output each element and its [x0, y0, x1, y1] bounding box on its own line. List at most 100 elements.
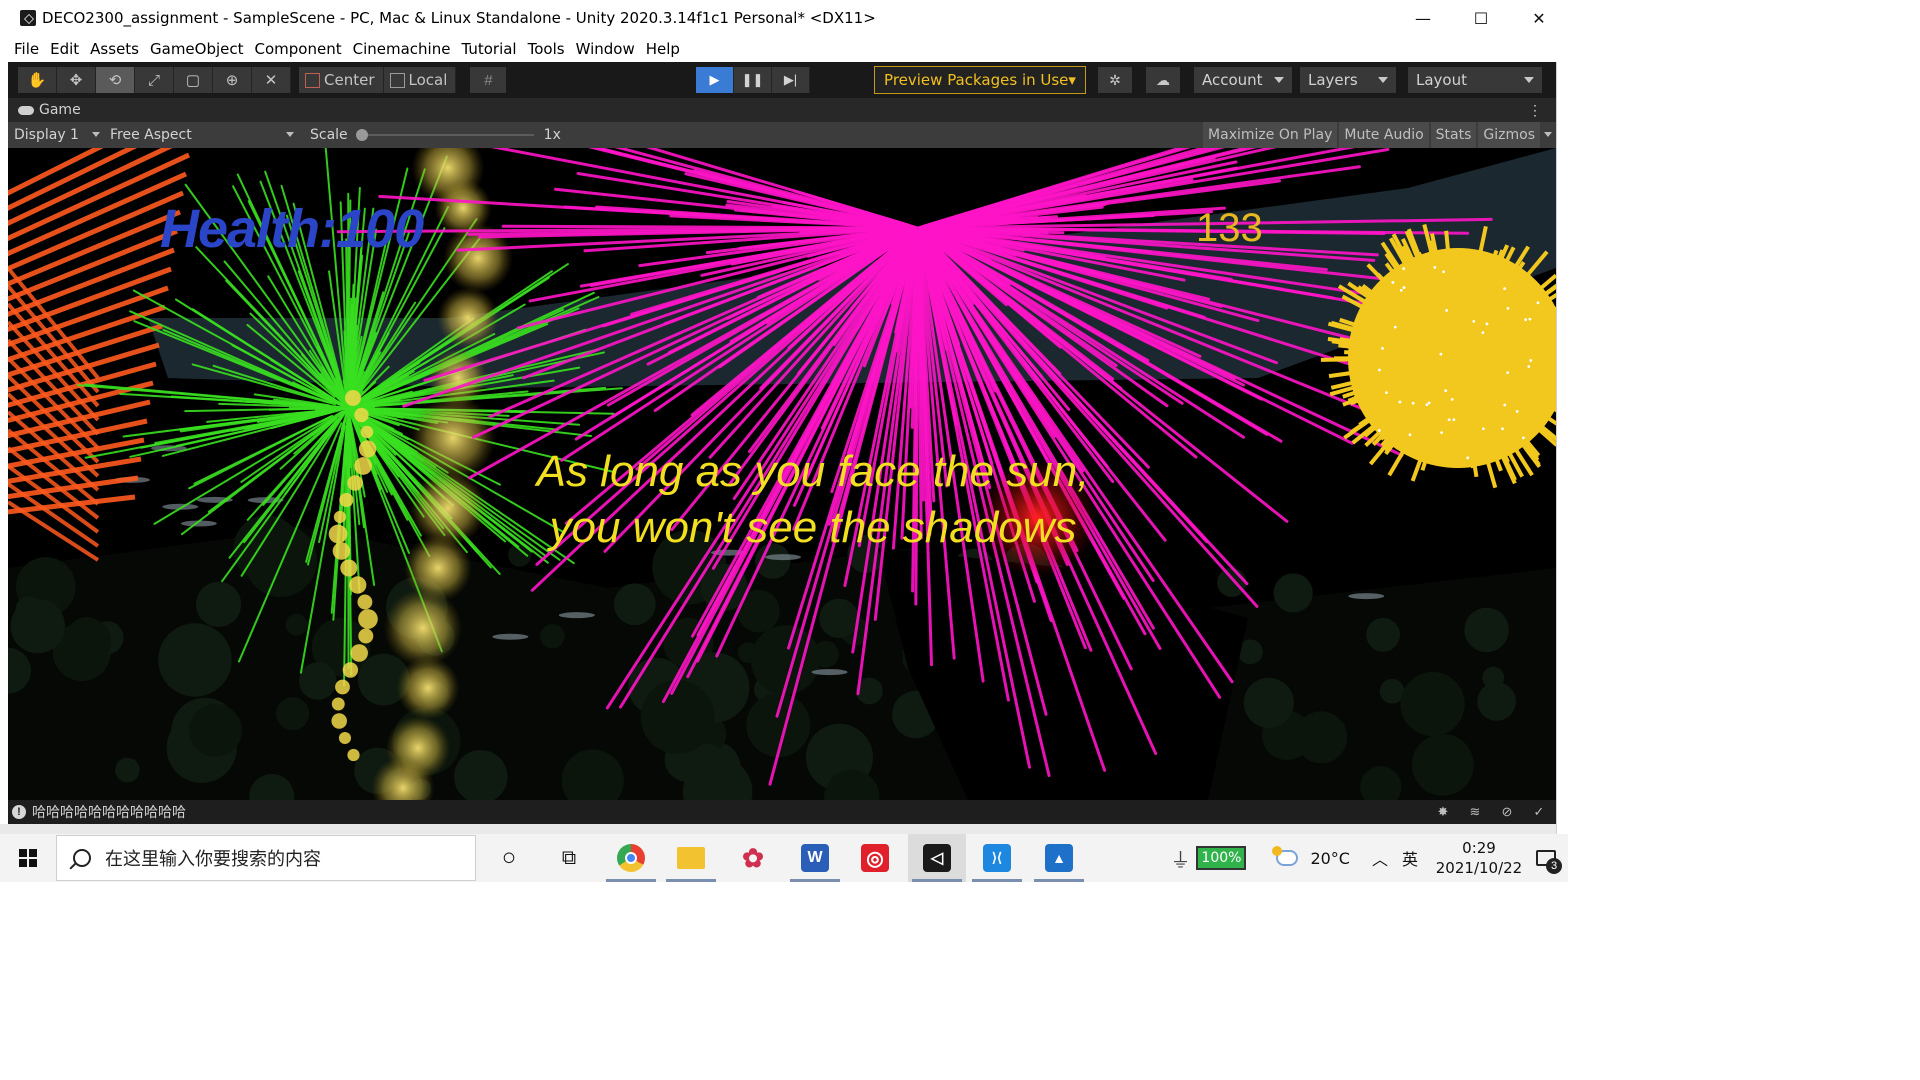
pivot-rotation-button[interactable]: Local: [383, 67, 457, 93]
menu-file[interactable]: File: [14, 40, 39, 58]
menu-component[interactable]: Component: [255, 40, 342, 58]
gizmos-toggle[interactable]: Gizmos: [1478, 122, 1540, 148]
display-dropdown[interactable]: Display 1: [8, 123, 104, 147]
lighting-off-icon[interactable]: ⊘: [1498, 803, 1516, 821]
unity-icon[interactable]: ◁: [908, 834, 966, 882]
hand-tool-icon[interactable]: ✋: [18, 67, 57, 93]
check-circle-icon[interactable]: ✓: [1530, 803, 1548, 821]
taskbar-clock[interactable]: 0:29 2021/10/22: [1434, 838, 1524, 878]
input-method-indicator[interactable]: 英: [1402, 846, 1418, 870]
white-spark: [1466, 456, 1470, 460]
vscode-glyph: ⟩⟨: [983, 844, 1011, 872]
white-spark: [1433, 265, 1437, 269]
minimize-button[interactable]: —: [1394, 0, 1452, 36]
aspect-dropdown[interactable]: Free Aspect: [104, 123, 298, 147]
console-message[interactable]: 哈哈哈哈哈哈哈哈哈哈哈: [32, 802, 186, 822]
white-spark: [1485, 322, 1489, 326]
word-icon[interactable]: W: [786, 834, 844, 882]
cloud-icon[interactable]: ☁: [1146, 67, 1180, 93]
spark-dot: [335, 679, 350, 695]
notification-center-icon[interactable]: 3: [1524, 834, 1568, 882]
rect-tool-icon[interactable]: ▢: [174, 67, 213, 93]
console-status-bar[interactable]: ! 哈哈哈哈哈哈哈哈哈哈哈 ✸ ≋ ⊘ ✓: [8, 800, 1556, 824]
tray-chevron-icon[interactable]: ︿: [1372, 846, 1388, 870]
photos-icon[interactable]: ▲: [1030, 834, 1088, 882]
start-button[interactable]: [0, 834, 56, 882]
scale-slider[interactable]: [355, 128, 534, 142]
pause-button[interactable]: ❚❚: [734, 67, 772, 93]
menu-bar: File Edit Assets GameObject Component Ci…: [0, 36, 1568, 62]
white-spark: [1528, 317, 1532, 321]
spark-dot: [332, 542, 351, 560]
move-tool-icon[interactable]: ✥: [57, 67, 96, 93]
game-viewport[interactable]: Health:100 133 As long as you face the s…: [8, 148, 1556, 800]
foliage-clump: [158, 623, 232, 697]
pinned-app-icon[interactable]: ✿: [724, 834, 782, 882]
white-spark: [1515, 410, 1519, 413]
scale-tool-icon[interactable]: ⤢: [135, 67, 174, 93]
chrome-icon[interactable]: [602, 834, 660, 882]
background-window-strip: [0, 824, 1568, 834]
step-button[interactable]: ▶|: [772, 67, 810, 93]
tab-game[interactable]: Game: [8, 98, 81, 122]
spark-dot: [331, 713, 347, 729]
game-view-toolbar: Display 1 Free Aspect Scale 1x Maximize …: [8, 122, 1556, 148]
chevron-down-icon: [286, 132, 294, 137]
health-label: Health:100: [160, 199, 424, 259]
menu-window[interactable]: Window: [576, 40, 635, 58]
foliage-clump: [276, 697, 310, 731]
netease-music-icon[interactable]: ◎: [846, 834, 904, 882]
layers-off-icon[interactable]: ≋: [1466, 803, 1484, 821]
scale-slider-thumb[interactable]: [355, 129, 368, 141]
maximize-button[interactable]: ☐: [1452, 0, 1510, 36]
collab-icon[interactable]: ✲: [1098, 67, 1132, 93]
account-dropdown[interactable]: Account: [1194, 67, 1292, 93]
menu-cinemachine[interactable]: Cinemachine: [353, 40, 451, 58]
chevron-down-icon: [1378, 77, 1388, 83]
bug-off-icon[interactable]: ✸: [1434, 803, 1452, 821]
foliage-clump: [540, 623, 565, 649]
white-spark: [1503, 403, 1507, 407]
scale-value: 1x: [543, 127, 561, 143]
spark-dot: [354, 457, 372, 475]
task-view-icon[interactable]: ⧉: [540, 834, 598, 882]
preview-packages-button[interactable]: Preview Packages in Use ▾: [874, 66, 1086, 94]
close-button[interactable]: ✕: [1510, 0, 1568, 36]
weather-widget[interactable]: 20°C: [1272, 846, 1350, 868]
windows-taskbar: 在这里输入你要搜索的内容 ○ ⧉ ✿ W ◎ ◁ ⟩⟨ ▲ ⏚ 100% 20°…: [0, 834, 1568, 882]
play-button[interactable]: ▶: [696, 67, 734, 93]
file-explorer-icon[interactable]: [662, 834, 720, 882]
cortana-icon[interactable]: ○: [480, 834, 538, 882]
foliage-clump: [1217, 567, 1247, 598]
rotate-tool-icon[interactable]: ⟲: [96, 67, 135, 93]
window-title-bar: DECO2300_assignment - SampleScene - PC, …: [0, 0, 1568, 36]
transform-tool-icon[interactable]: ⊕: [213, 67, 252, 93]
battery-indicator[interactable]: 100%: [1196, 846, 1247, 870]
chevron-down-icon: [92, 132, 100, 137]
kebab-menu-icon[interactable]: ⋮: [1528, 102, 1542, 119]
layers-dropdown[interactable]: Layers: [1300, 67, 1396, 93]
power-plug-icon[interactable]: ⏚: [1170, 844, 1190, 873]
menu-gameobject[interactable]: GameObject: [150, 40, 244, 58]
menu-tools[interactable]: Tools: [528, 40, 565, 58]
quote-line-2: you won't see the shadows: [549, 503, 1077, 552]
white-spark: [1527, 365, 1531, 368]
layout-dropdown[interactable]: Layout: [1408, 67, 1542, 93]
menu-assets[interactable]: Assets: [90, 40, 139, 58]
stats-toggle[interactable]: Stats: [1430, 122, 1477, 148]
maximize-on-play-toggle[interactable]: Maximize On Play: [1203, 122, 1338, 148]
foliage-clump: [1243, 677, 1294, 728]
vscode-icon[interactable]: ⟩⟨: [968, 834, 1026, 882]
pivot-mode-button[interactable]: Center: [299, 67, 384, 93]
menu-edit[interactable]: Edit: [50, 40, 79, 58]
gizmos-dropdown[interactable]: [1540, 122, 1556, 148]
grid-snap-icon[interactable]: #: [470, 67, 507, 93]
foliage-clump: [1464, 607, 1509, 653]
mute-audio-toggle[interactable]: Mute Audio: [1339, 122, 1429, 148]
spark-dot: [360, 425, 374, 439]
taskbar-search[interactable]: 在这里输入你要搜索的内容: [56, 835, 476, 881]
custom-tool-icon[interactable]: ✕: [252, 67, 291, 93]
system-tray: ⏚ 100% 20°C ︿ 英 0:29 2021/10/22 3: [1170, 834, 1568, 882]
menu-tutorial[interactable]: Tutorial: [461, 40, 516, 58]
menu-help[interactable]: Help: [646, 40, 680, 58]
